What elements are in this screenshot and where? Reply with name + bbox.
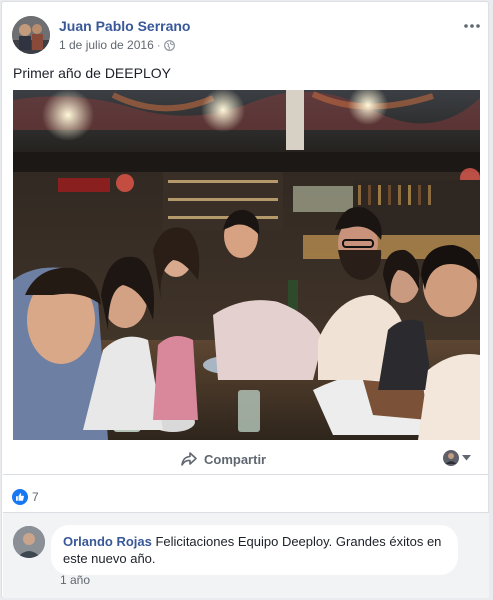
globe-icon	[163, 39, 175, 51]
post-text: Primer año de DEEPLOY	[13, 65, 171, 81]
share-icon	[181, 452, 197, 466]
profile-avatar-icon	[443, 450, 459, 466]
post-author-name[interactable]: Juan Pablo Serrano	[59, 18, 190, 34]
post-date[interactable]: 1 de julio de 2016	[59, 38, 154, 52]
comments-section: Orlando Rojas Felicitaciones Equipo Deep…	[3, 512, 489, 598]
chevron-down-icon	[462, 455, 471, 461]
post-actions-bar: Compartir	[3, 447, 489, 475]
like-icon	[12, 489, 28, 505]
comment-timestamp[interactable]: 1 año	[60, 573, 90, 587]
post-card: Juan Pablo Serrano 1 de julio de 2016 · …	[1, 1, 489, 598]
like-count: 7	[32, 490, 39, 504]
comment-bubble: Orlando Rojas Felicitaciones Equipo Deep…	[51, 525, 458, 575]
reactions-summary[interactable]: 7	[12, 489, 39, 505]
share-label: Compartir	[204, 451, 267, 467]
commenter-avatar[interactable]	[13, 526, 45, 558]
comment-author[interactable]: Orlando Rojas	[63, 534, 152, 549]
post-photo[interactable]	[13, 90, 480, 440]
audience-selector[interactable]	[443, 450, 471, 466]
more-options-icon[interactable]	[462, 19, 482, 33]
meta-separator: ·	[156, 38, 161, 52]
post-header: Juan Pablo Serrano 1 de julio de 2016 ·	[12, 16, 482, 56]
share-button[interactable]: Compartir	[180, 451, 266, 467]
post-meta: 1 de julio de 2016 ·	[59, 38, 175, 52]
author-avatar[interactable]	[12, 16, 50, 54]
